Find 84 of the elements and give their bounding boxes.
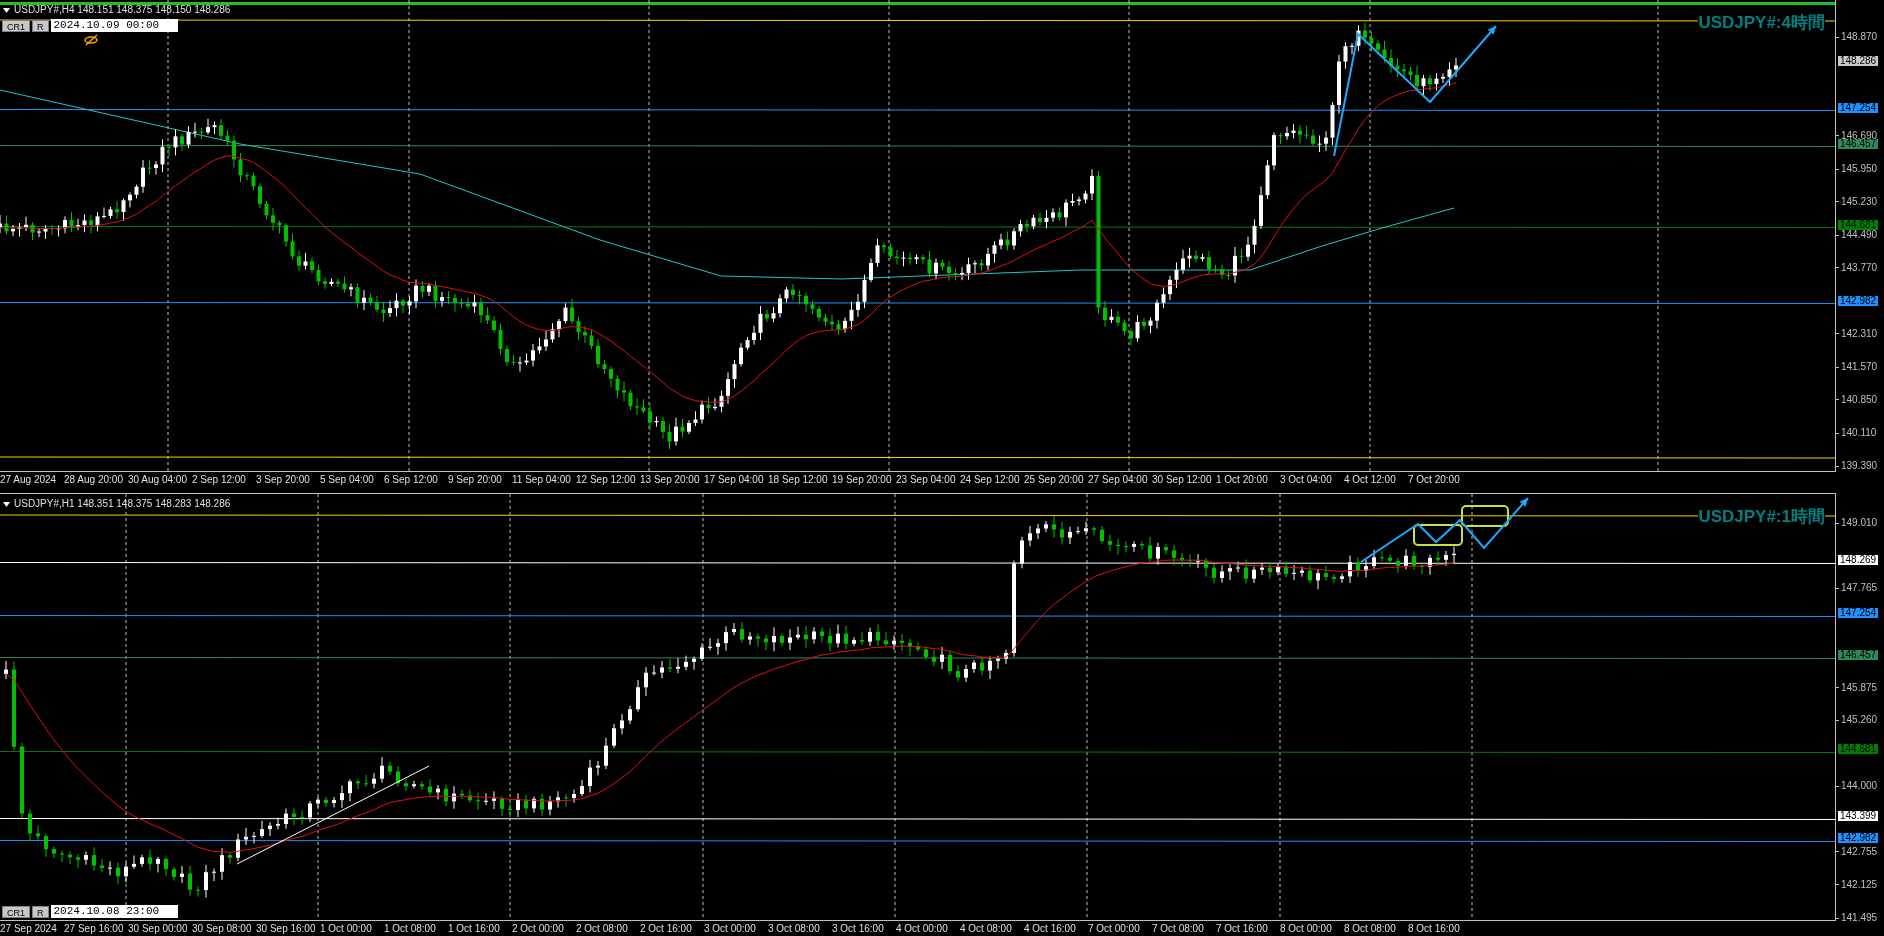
time-label: 7 Oct 08:00 xyxy=(1152,923,1205,935)
time-label: 3 Oct 08:00 xyxy=(768,923,821,935)
price-tick: 145.230 xyxy=(1841,196,1878,207)
time-label: 19 Sep 20:00 xyxy=(832,474,893,486)
time-label: 23 Sep 04:00 xyxy=(896,474,957,486)
time-label: 30 Sep 00:00 xyxy=(128,923,189,935)
time-label: 4 Oct 12:00 xyxy=(1344,474,1397,486)
time-label: 7 Oct 00:00 xyxy=(1088,923,1141,935)
time-label: 3 Oct 00:00 xyxy=(704,923,757,935)
price-label: 144.681 xyxy=(1838,743,1879,754)
price-tick: 143.770 xyxy=(1841,262,1878,273)
time-label: 3 Sep 20:00 xyxy=(256,474,311,486)
price-label: 142.982 xyxy=(1838,832,1879,843)
time-label: 2 Sep 12:00 xyxy=(192,474,247,486)
price-tick: 144.000 xyxy=(1841,781,1878,792)
price-tick: 142.125 xyxy=(1841,879,1878,890)
price-tick: 149.010 xyxy=(1841,518,1878,528)
date-field[interactable]: 2024.10.08 23:00 xyxy=(50,905,178,918)
time-label: 3 Oct 16:00 xyxy=(832,923,885,935)
time-label: 8 Oct 16:00 xyxy=(1408,923,1461,935)
price-tick: 146.690 xyxy=(1841,130,1878,141)
time-label: 1 Oct 08:00 xyxy=(384,923,437,935)
time-label: 27 Sep 2024 xyxy=(0,923,58,935)
time-label: 5 Sep 04:00 xyxy=(320,474,375,486)
price-label: 147.254 xyxy=(1838,103,1879,114)
time-label: 6 Sep 12:00 xyxy=(384,474,439,486)
time-label: 11 Sep 04:00 xyxy=(512,474,572,486)
time-label: 1 Oct 00:00 xyxy=(320,923,373,935)
price-label: 142.982 xyxy=(1838,296,1879,307)
price-label: 146.457 xyxy=(1838,650,1879,661)
chart-button[interactable]: R xyxy=(32,905,49,918)
time-label: 12 Sep 12:00 xyxy=(576,474,637,486)
price-tick: 142.310 xyxy=(1841,328,1878,339)
time-label: 18 Sep 12:00 xyxy=(768,474,829,486)
time-label: 8 Oct 08:00 xyxy=(1344,923,1397,935)
time-label: 17 Sep 04:00 xyxy=(704,474,765,486)
price-tick: 139.390 xyxy=(1841,461,1878,471)
time-label: 27 Aug 2024 xyxy=(0,474,58,486)
price-tick: 145.875 xyxy=(1841,682,1878,693)
time-label: 2 Oct 08:00 xyxy=(576,923,629,935)
chart-title: USDJPY#:4時間 xyxy=(1698,13,1825,33)
time-label: 13 Sep 20:00 xyxy=(640,474,701,486)
time-label: 7 Oct 16:00 xyxy=(1216,923,1269,935)
price-tick: 141.570 xyxy=(1841,362,1878,373)
time-label: 8 Oct 00:00 xyxy=(1280,923,1333,935)
chart-header: USDJPY#,H4 148.151 148.375 148.150 148.286 xyxy=(14,5,231,15)
price-label: 143.399 xyxy=(1838,810,1879,821)
time-label: 27 Sep 04:00 xyxy=(1088,474,1149,486)
time-label: 25 Sep 20:00 xyxy=(1024,474,1085,486)
time-label: 4 Oct 00:00 xyxy=(896,923,949,935)
time-label: 2 Oct 16:00 xyxy=(640,923,693,935)
price-label: 148.286 xyxy=(1838,56,1879,67)
time-label: 30 Sep 12:00 xyxy=(1152,474,1213,486)
time-label: 2 Oct 00:00 xyxy=(512,923,565,935)
price-tick: 148.870 xyxy=(1841,32,1878,42)
price-label: 144.681 xyxy=(1838,219,1879,230)
time-label: 28 Aug 20:00 xyxy=(64,474,124,486)
time-label: 30 Aug 04:00 xyxy=(128,474,188,486)
chart-button[interactable]: CR1 xyxy=(2,905,30,918)
price-tick: 145.260 xyxy=(1841,715,1878,726)
time-label: 4 Oct 08:00 xyxy=(960,923,1013,935)
time-label: 27 Sep 16:00 xyxy=(64,923,125,935)
price-tick: 147.765 xyxy=(1841,583,1878,594)
time-label: 30 Sep 08:00 xyxy=(192,923,253,935)
time-label: 1 Oct 20:00 xyxy=(1216,474,1269,486)
date-field[interactable]: 2024.10.09 00:00 xyxy=(50,19,178,32)
time-label: 7 Oct 20:00 xyxy=(1408,474,1461,486)
time-label: 9 Sep 20:00 xyxy=(448,474,503,486)
chart-title: USDJPY#:1時間 xyxy=(1698,507,1825,527)
price-label: 146.457 xyxy=(1838,139,1879,150)
time-label: 24 Sep 12:00 xyxy=(960,474,1021,486)
price-tick: 145.950 xyxy=(1841,164,1878,175)
time-label: 1 Oct 16:00 xyxy=(448,923,501,935)
time-label: 3 Oct 04:00 xyxy=(1280,474,1333,486)
price-label: 147.254 xyxy=(1838,608,1879,619)
time-label: 30 Sep 16:00 xyxy=(256,923,317,935)
price-tick: 144.490 xyxy=(1841,230,1878,241)
price-label: 148.269 xyxy=(1838,554,1879,565)
chart-header: USDJPY#,H1 148.351 148.375 148.283 148.286 xyxy=(14,499,231,509)
time-label: 4 Oct 16:00 xyxy=(1024,923,1077,935)
price-tick: 141.495 xyxy=(1841,913,1878,923)
price-tick: 142.755 xyxy=(1841,846,1878,857)
price-tick: 140.850 xyxy=(1841,394,1878,405)
price-tick: 140.110 xyxy=(1841,428,1877,439)
